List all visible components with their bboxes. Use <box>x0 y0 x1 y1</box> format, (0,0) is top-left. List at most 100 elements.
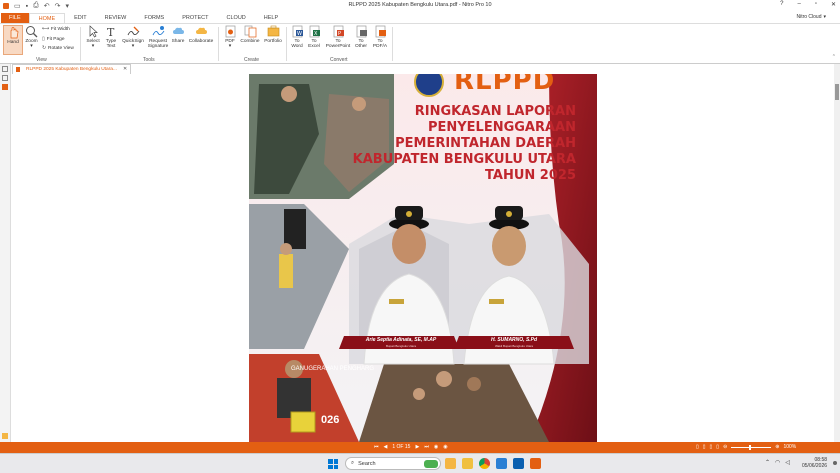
svg-text:W: W <box>297 31 302 37</box>
powerpoint-icon: P <box>332 25 345 38</box>
select-button[interactable]: Select ▾ <box>84 25 102 49</box>
previous-view-icon[interactable]: ◉ <box>434 444 438 450</box>
volume-icon[interactable]: ◁ <box>785 459 790 466</box>
document-viewer[interactable]: RLPPD RINGKASAN LAPORAN PENYELENGGARAAN … <box>12 74 834 442</box>
continuous-icon[interactable]: ▯ <box>703 444 706 450</box>
excel-icon: X <box>308 25 321 38</box>
clock[interactable]: 08:58 05/06/2026 <box>802 457 827 469</box>
collaborate-label: Collaborate <box>188 39 214 44</box>
fit-width-icon: ⟷ <box>42 27 49 32</box>
clock-date: 05/06/2026 <box>802 463 828 469</box>
maximize-button[interactable]: ▫ <box>815 1 817 8</box>
search-label: Search <box>358 460 376 467</box>
next-view-icon[interactable]: ◉ <box>443 444 447 450</box>
widgets-icon[interactable] <box>445 458 456 469</box>
to-pdfa-button[interactable]: To PDF/A <box>370 25 390 49</box>
collaborate-button[interactable]: Collaborate <box>187 25 215 44</box>
combine-button[interactable]: Combine <box>239 25 261 44</box>
to-excel-button[interactable]: X To Excel <box>306 25 322 49</box>
comments-icon[interactable] <box>2 433 8 439</box>
tab-file[interactable]: FILE <box>1 13 29 23</box>
fit-page-button[interactable]: ▯ Fit Page <box>42 37 65 42</box>
chrome-icon[interactable] <box>479 458 490 469</box>
combine-icon <box>244 25 257 38</box>
last-page-icon[interactable]: ⏭ <box>424 444 429 450</box>
share-label: Share <box>171 39 185 44</box>
first-page-icon[interactable]: ⏮ <box>374 444 379 450</box>
tab-help[interactable]: HELP <box>255 13 287 23</box>
collaborate-icon <box>195 25 208 38</box>
bookmarks-icon[interactable] <box>2 75 8 81</box>
svg-text:T: T <box>107 26 115 38</box>
banner-text-1: GANUGERAHAN PENGHARG <box>291 366 375 372</box>
to-word-button[interactable]: W To Word <box>289 25 305 49</box>
vertical-scrollbar[interactable] <box>834 64 840 442</box>
nitro-cloud-label: Nitro Cloud <box>796 14 822 20</box>
facing-icon[interactable]: ▯ <box>710 444 713 450</box>
nitro-app-icon[interactable] <box>530 458 541 469</box>
to-other-button[interactable]: To Other <box>352 25 370 49</box>
page-navigation-bar: ⏮ ◀ 1 OF 15 ▶ ⏭ ◉ ◉ ▯ ▯ ▯ ▯ ⊖ ⊕ 100% <box>0 442 840 453</box>
facing-continuous-icon[interactable]: ▯ <box>716 444 719 450</box>
to-pdfa-label: To PDF/A <box>372 39 388 49</box>
tab-edit[interactable]: EDIT <box>65 13 96 23</box>
create-pdf-button[interactable]: PDF ▾ <box>222 25 238 49</box>
next-page-icon[interactable]: ▶ <box>415 444 419 450</box>
file-explorer-icon[interactable] <box>462 458 473 469</box>
request-signature-button[interactable]: Request Signature <box>146 25 170 49</box>
notification-icon[interactable] <box>833 461 837 465</box>
page-indicator[interactable]: 1 OF 15 <box>392 444 410 450</box>
wifi-icon[interactable]: ◠ <box>775 459 780 466</box>
zoom-in-icon[interactable]: ⊕ <box>775 444 779 450</box>
close-tab-icon[interactable]: ✕ <box>123 67 127 72</box>
tab-cloud[interactable]: CLOUD <box>218 13 255 23</box>
heading-line-1: RINGKASAN LAPORAN <box>414 104 576 119</box>
mail-icon[interactable] <box>513 458 524 469</box>
tab-review[interactable]: REVIEW <box>96 13 136 23</box>
share-button[interactable]: Share <box>170 25 186 44</box>
nitro-cloud-button[interactable]: Nitro Cloud ▾ <box>796 14 826 20</box>
view-mode-controls: ▯ ▯ ▯ ▯ ⊖ ⊕ 100% <box>696 444 796 450</box>
tab-protect[interactable]: PROTECT <box>173 13 217 23</box>
collapse-ribbon-icon[interactable]: ⌃ <box>832 54 836 60</box>
close-button[interactable]: ✕ <box>831 1 836 8</box>
chevron-up-icon[interactable]: ⌃ <box>765 459 770 466</box>
official-left-role: Bupati Bengkulu Utara <box>385 344 417 348</box>
signature-icon <box>127 25 140 38</box>
zoom-slider[interactable] <box>731 444 772 450</box>
request-signature-label: Request Signature <box>147 39 169 49</box>
single-page-icon[interactable]: ▯ <box>696 444 699 450</box>
portfolio-button[interactable]: Portfolio <box>262 25 284 44</box>
document-tab[interactable]: RLPPD 2025 Kabupaten Bengkulu Utara... ✕ <box>12 64 131 74</box>
type-text-button[interactable]: T Type Text <box>103 25 119 49</box>
tab-forms[interactable]: FORMS <box>135 13 173 23</box>
tab-home[interactable]: HOME <box>28 13 66 23</box>
zoom-button[interactable]: Zoom ▾ <box>23 25 40 49</box>
taskbar-search[interactable]: ⌕ Search <box>345 457 441 470</box>
cover-heading: RINGKASAN LAPORAN PENYELENGGARAAN PEMERI… <box>321 104 576 184</box>
help-icon[interactable]: ? <box>780 1 783 8</box>
zoom-out-icon[interactable]: ⊖ <box>723 444 727 450</box>
hand-label: Hand <box>7 40 19 45</box>
chevron-down-icon: ▾ <box>823 14 826 20</box>
quicksign-button[interactable]: QuickSign ▾ <box>120 25 146 49</box>
zoom-level[interactable]: 100% <box>783 444 796 450</box>
official-left-name: Arie Septia Adinata, SE, M.AP <box>365 337 437 343</box>
chevron-down-icon: ▾ <box>228 43 232 49</box>
official-right-name: H. SUMARNO, S.Pd <box>490 337 538 343</box>
to-excel-label: To Excel <box>308 39 320 49</box>
rotate-view-button[interactable]: ↻ Rotate View <box>42 46 74 51</box>
fit-width-button[interactable]: ⟷ Fit Width <box>42 27 70 32</box>
attachments-icon[interactable] <box>2 84 8 90</box>
minimize-button[interactable]: – <box>797 1 800 8</box>
to-powerpoint-button[interactable]: P To PowerPoint <box>323 25 353 49</box>
window-title: RLPPD 2025 Kabupaten Bengkulu Utara.pdf … <box>348 2 492 8</box>
previous-page-icon[interactable]: ◀ <box>384 444 388 450</box>
scrollbar-thumb[interactable] <box>835 84 839 100</box>
ribbon: Hand Zoom ▾ ⟷ Fit Width ▯ Fit Page ↻ Rot… <box>0 23 840 64</box>
start-icon[interactable] <box>328 459 338 469</box>
hand-button[interactable]: Hand <box>3 25 23 55</box>
pages-panel-icon[interactable] <box>2 66 8 72</box>
banner-text-2: 026 <box>321 414 340 426</box>
store-icon[interactable] <box>496 458 507 469</box>
